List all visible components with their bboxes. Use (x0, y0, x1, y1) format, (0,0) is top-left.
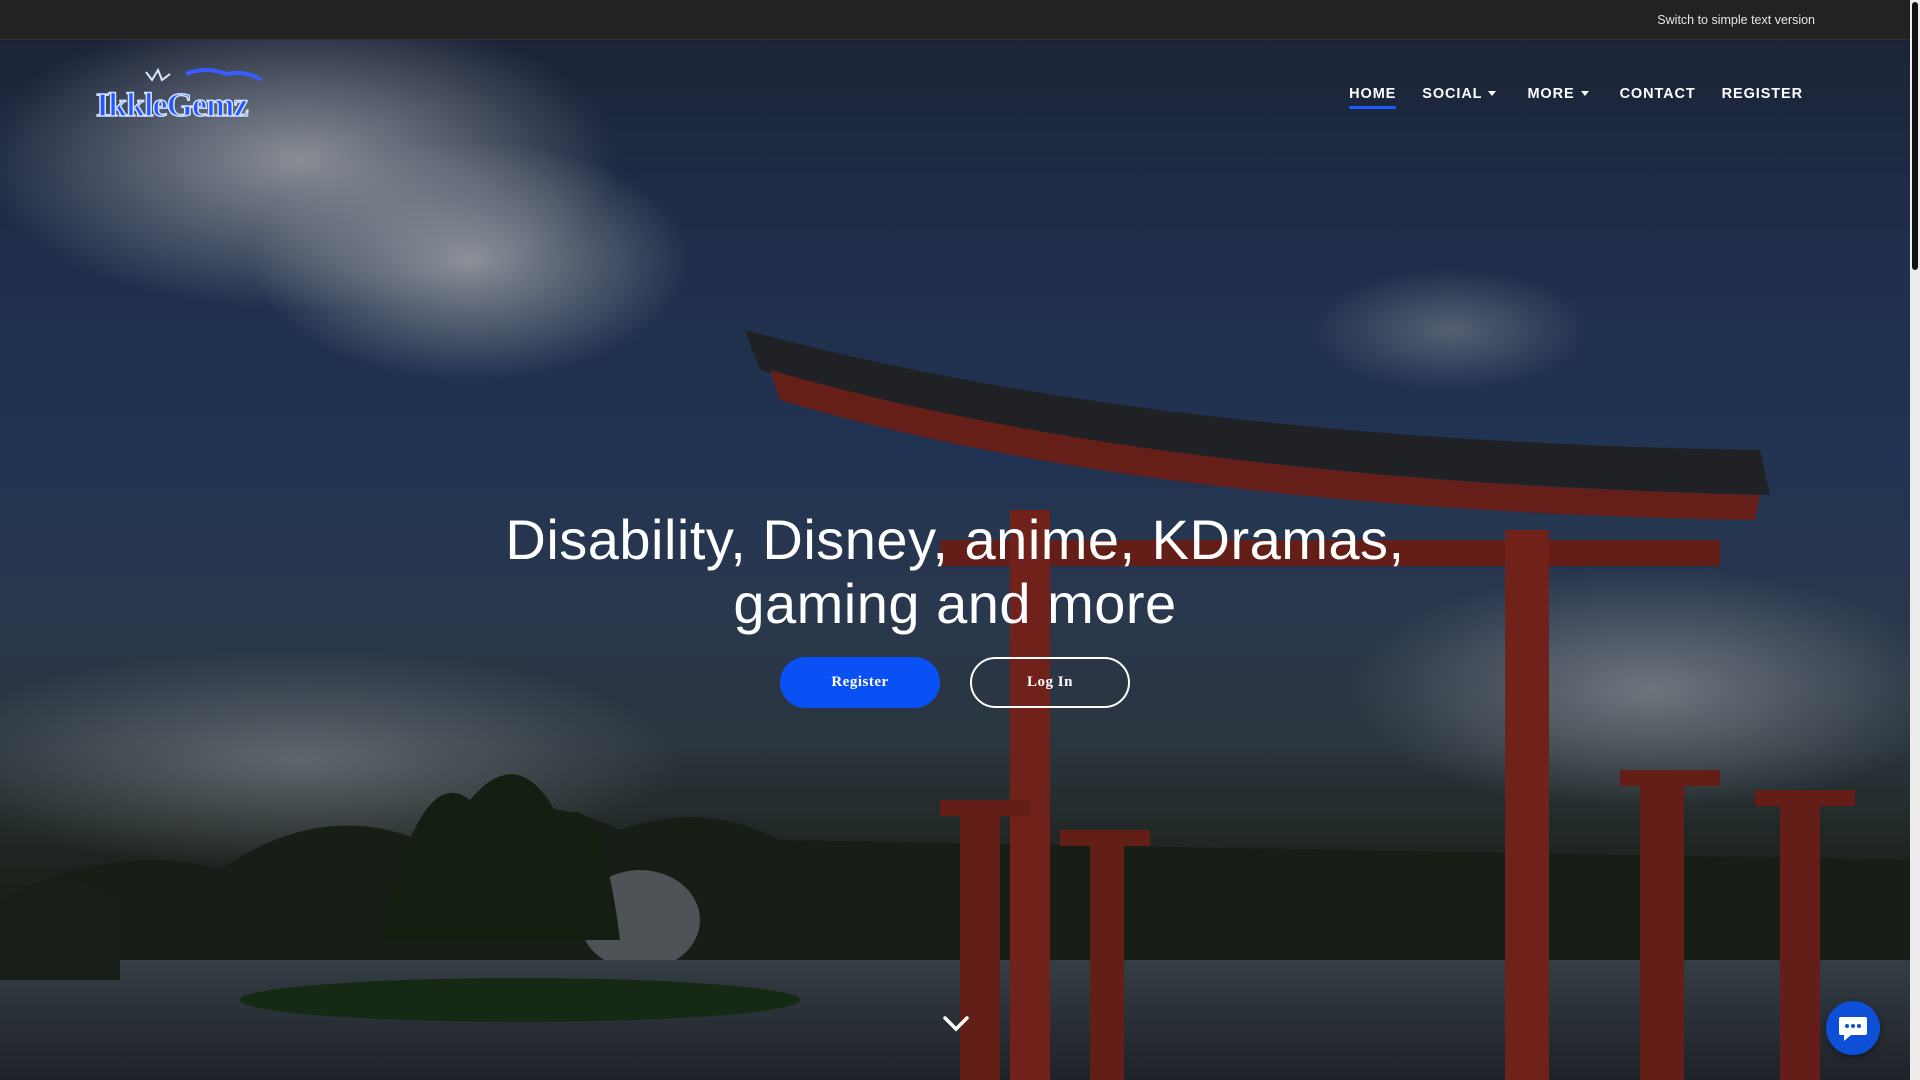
nav-more-label: MORE (1527, 86, 1575, 102)
scrollbar-thumb[interactable] (1912, 2, 1918, 270)
nav-more-dropdown[interactable]: MORE (1514, 84, 1606, 112)
caret-down-icon (1488, 91, 1497, 96)
nav-home-label: HOME (1349, 86, 1397, 102)
top-utility-bar: Switch to simple text version (0, 0, 1910, 40)
ikklegemz-logo-icon: IkkleGemz (95, 67, 263, 125)
caret-down-icon (1580, 91, 1589, 96)
page-scrollbar[interactable] (1910, 0, 1920, 1080)
nav-contact[interactable]: CONTACT (1607, 84, 1709, 112)
chevron-down-icon[interactable] (942, 1014, 970, 1034)
main-navigation: HOME SOCIAL MORE CONTACT REGISTER (1336, 84, 1816, 112)
hero-section: IkkleGemz HOME SOCIAL MORE CONTACT REGIS… (0, 40, 1910, 1080)
nav-social-dropdown[interactable]: SOCIAL (1409, 84, 1514, 112)
nav-register-label: REGISTER (1721, 86, 1803, 102)
nav-register[interactable]: REGISTER (1709, 84, 1816, 112)
nav-contact-label: CONTACT (1619, 86, 1696, 102)
nav-home[interactable]: HOME (1336, 84, 1409, 112)
logo-wordmark: IkkleGemz (96, 87, 248, 124)
chat-bubble-icon (1839, 1017, 1867, 1041)
hero-headline: Disability, Disney, anime, KDramas, gami… (0, 508, 1910, 636)
simple-text-version-link[interactable]: Switch to simple text version (1657, 13, 1815, 27)
register-button[interactable]: Register (780, 657, 940, 708)
hero-headline-line-1: Disability, Disney, anime, KDramas, (505, 508, 1405, 571)
login-button[interactable]: Log In (970, 657, 1130, 708)
nav-social-label: SOCIAL (1422, 86, 1483, 102)
hero-headline-line-2: gaming and more (733, 572, 1177, 635)
site-logo[interactable]: IkkleGemz (95, 66, 268, 125)
chat-widget-button[interactable] (1826, 1001, 1880, 1055)
